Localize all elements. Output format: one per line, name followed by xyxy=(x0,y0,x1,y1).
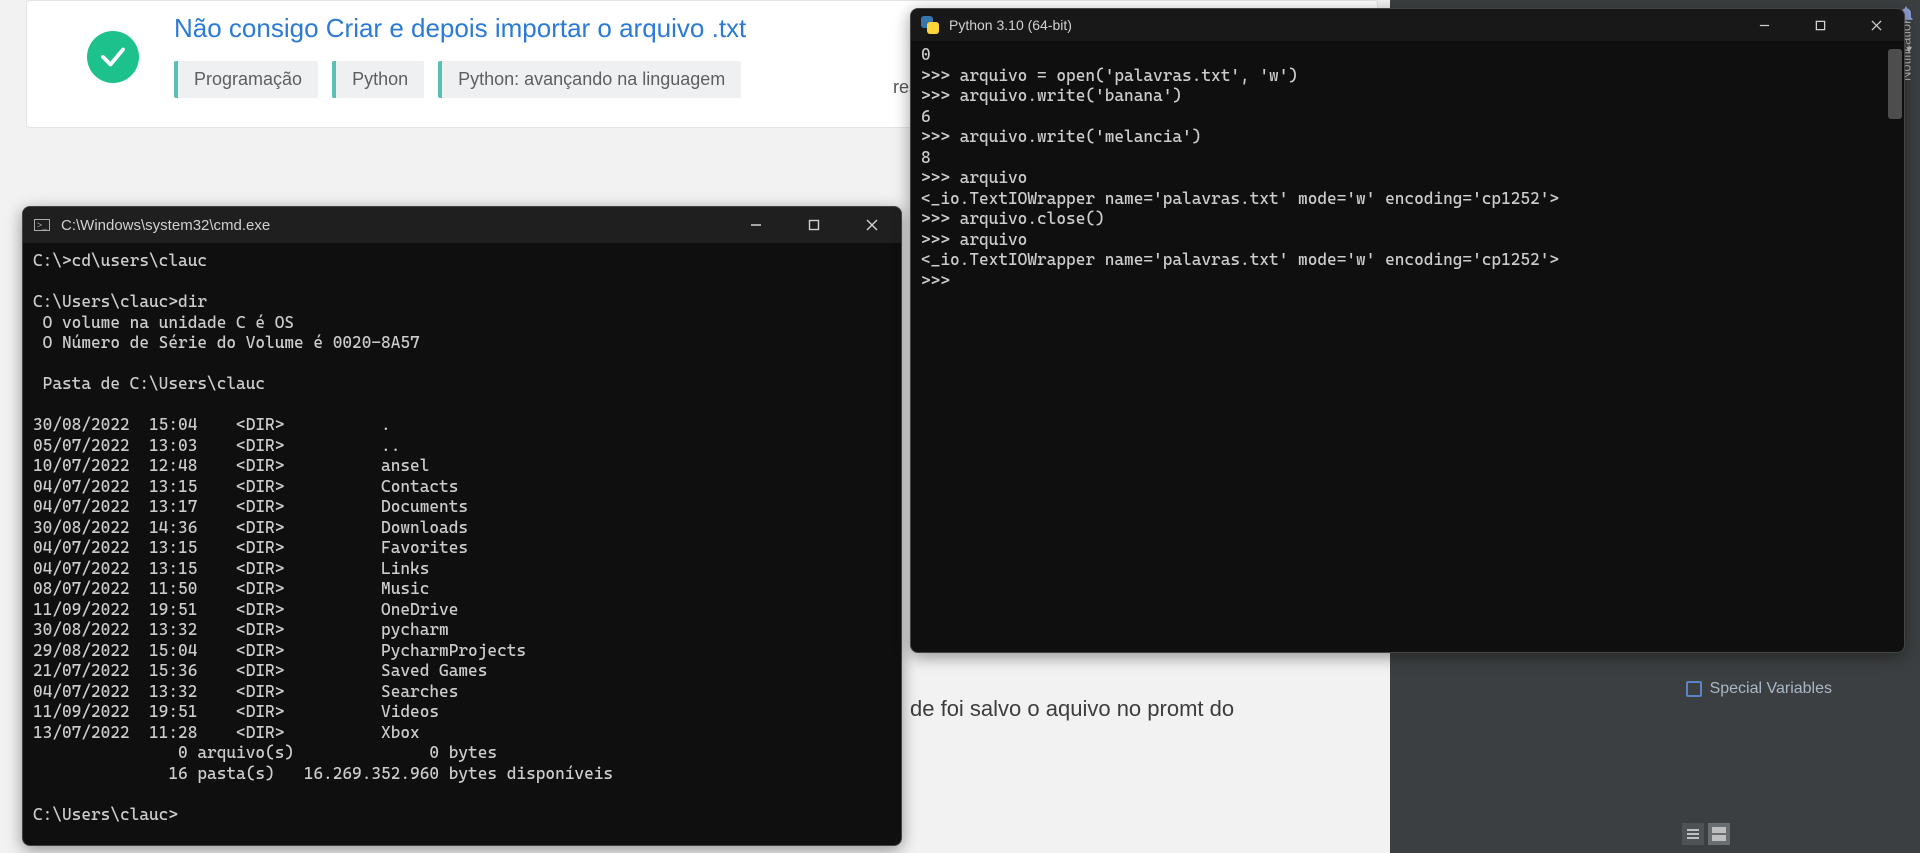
python-title-text: Python 3.10 (64-bit) xyxy=(949,17,1072,33)
forum-post-title[interactable]: Não consigo Criar e depois importar o ar… xyxy=(174,13,746,44)
special-variables-row[interactable]: Special Variables xyxy=(1686,680,1832,698)
maximize-button[interactable] xyxy=(785,207,843,243)
python-window-controls xyxy=(1736,9,1904,45)
tag-python-avancando[interactable]: Python: avançando na linguagem xyxy=(438,61,741,98)
tag-programacao[interactable]: Programação xyxy=(174,61,318,98)
background-body-text: de foi salvo o aquivo no promt do xyxy=(910,696,1234,722)
forum-post-tags: Programação Python Python: avançando na … xyxy=(174,61,741,98)
python-icon xyxy=(921,16,939,34)
cmd-title-text: C:\Windows\system32\cmd.exe xyxy=(61,217,270,234)
close-button[interactable] xyxy=(1848,9,1904,41)
scrollbar-thumb[interactable] xyxy=(1888,49,1902,119)
cmd-window-controls xyxy=(727,207,901,243)
minimize-button[interactable] xyxy=(1736,9,1792,41)
solved-check-icon xyxy=(87,31,139,83)
close-button[interactable] xyxy=(843,207,901,243)
python-window[interactable]: Python 3.10 (64-bit) 0 >>> arquivo = ope… xyxy=(910,8,1905,653)
list-view-button[interactable] xyxy=(1682,823,1704,845)
cmd-titlebar[interactable]: >_ C:\Windows\system32\cmd.exe xyxy=(23,207,901,243)
minimize-button[interactable] xyxy=(727,207,785,243)
cmd-icon: >_ xyxy=(33,216,51,234)
tag-python[interactable]: Python xyxy=(332,61,424,98)
maximize-button[interactable] xyxy=(1792,9,1848,41)
cmd-window[interactable]: >_ C:\Windows\system32\cmd.exe C:\>cd\us… xyxy=(22,206,902,846)
python-titlebar[interactable]: Python 3.10 (64-bit) xyxy=(911,9,1904,41)
view-mode-toggles xyxy=(1682,823,1730,845)
chevron-down-icon[interactable]: ▾ xyxy=(1906,42,1912,56)
special-variables-label: Special Variables xyxy=(1710,680,1832,698)
grid-view-button[interactable] xyxy=(1708,823,1730,845)
cmd-output[interactable]: C:\>cd\users\clauc C:\Users\clauc>dir O … xyxy=(23,243,901,833)
special-variables-icon xyxy=(1686,681,1702,697)
python-repl-output[interactable]: 0 >>> arquivo = open('palavras.txt', 'w'… xyxy=(911,41,1904,299)
